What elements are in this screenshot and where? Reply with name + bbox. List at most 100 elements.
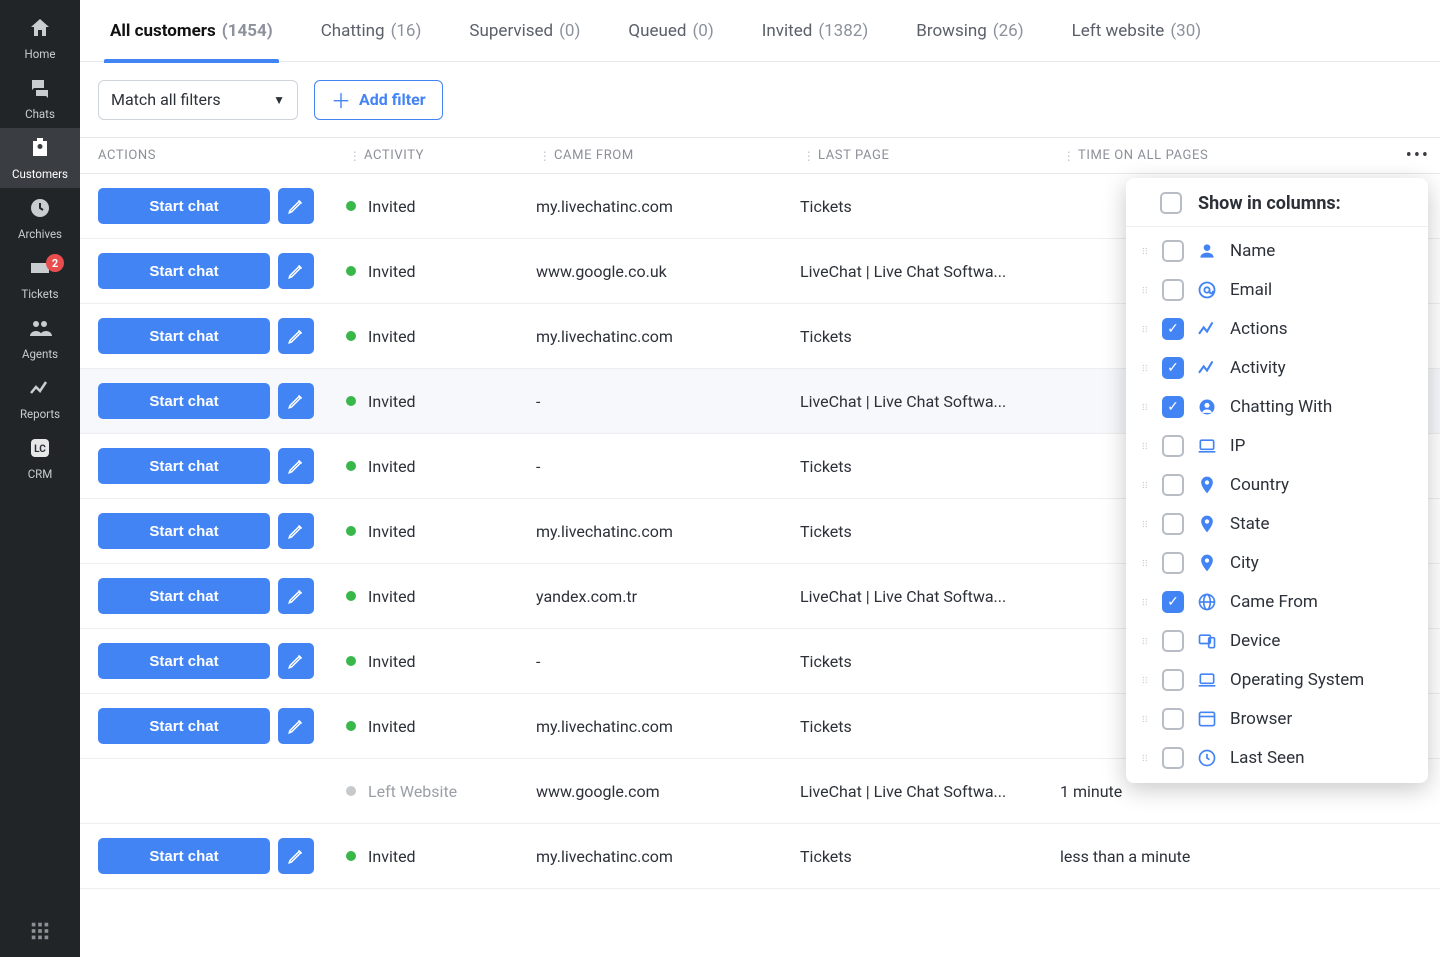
tab-left-website[interactable]: Left website (30) xyxy=(1072,0,1202,62)
edit-button[interactable] xyxy=(278,318,314,354)
edit-button[interactable] xyxy=(278,188,314,224)
edit-button[interactable] xyxy=(278,513,314,549)
column-picker-master-checkbox[interactable] xyxy=(1160,192,1182,214)
column-option-checkbox[interactable]: ✓ xyxy=(1162,357,1184,379)
column-resize-handle[interactable]: ⋮ xyxy=(536,149,554,163)
column-option-checkbox[interactable] xyxy=(1162,474,1184,496)
drag-handle-icon[interactable] xyxy=(1140,282,1150,298)
column-option-checkbox[interactable] xyxy=(1162,630,1184,652)
column-option[interactable]: IP xyxy=(1126,426,1428,465)
column-option[interactable]: Email xyxy=(1126,270,1428,309)
drag-handle-icon[interactable] xyxy=(1140,594,1150,610)
column-option-label: State xyxy=(1230,514,1414,534)
column-option-checkbox[interactable] xyxy=(1162,240,1184,262)
tab-queued[interactable]: Queued (0) xyxy=(628,0,713,62)
tab-count: (30) xyxy=(1170,0,1201,62)
tab-label: All customers xyxy=(110,0,216,62)
tab-all-customers[interactable]: All customers (1454) xyxy=(110,0,273,62)
column-resize-handle[interactable]: ⋮ xyxy=(1060,149,1078,163)
column-option[interactable]: Last Seen xyxy=(1126,738,1428,777)
app-launcher-button[interactable] xyxy=(0,905,80,957)
drag-handle-icon[interactable] xyxy=(1140,399,1150,415)
drag-handle-icon[interactable] xyxy=(1140,477,1150,493)
column-option[interactable]: State xyxy=(1126,504,1428,543)
sidebar-item-label: Chats xyxy=(25,107,55,121)
column-option-checkbox[interactable]: ✓ xyxy=(1162,396,1184,418)
column-option-checkbox[interactable] xyxy=(1162,708,1184,730)
column-option[interactable]: ✓Chatting With xyxy=(1126,387,1428,426)
came-from-value: - xyxy=(536,392,800,411)
edit-button[interactable] xyxy=(278,448,314,484)
column-option[interactable]: Device xyxy=(1126,621,1428,660)
column-option[interactable]: ✓Actions xyxy=(1126,309,1428,348)
drag-handle-icon[interactable] xyxy=(1140,633,1150,649)
start-chat-button[interactable]: Start chat xyxy=(98,643,270,679)
column-option[interactable]: Operating System xyxy=(1126,660,1428,699)
edit-button[interactable] xyxy=(278,253,314,289)
sidebar-item-reports[interactable]: Reports xyxy=(0,368,80,428)
start-chat-button[interactable]: Start chat xyxy=(98,448,270,484)
column-option-checkbox[interactable] xyxy=(1162,513,1184,535)
edit-button[interactable] xyxy=(278,578,314,614)
column-option-checkbox[interactable] xyxy=(1162,552,1184,574)
edit-button[interactable] xyxy=(278,383,314,419)
start-chat-button[interactable]: Start chat xyxy=(98,578,270,614)
sidebar-item-crm[interactable]: LC CRM xyxy=(0,428,80,488)
column-resize-handle[interactable]: ⋮ xyxy=(346,149,364,163)
tab-browsing[interactable]: Browsing (26) xyxy=(916,0,1023,62)
tab-supervised[interactable]: Supervised (0) xyxy=(469,0,580,62)
start-chat-button[interactable]: Start chat xyxy=(98,513,270,549)
drag-handle-icon[interactable] xyxy=(1140,321,1150,337)
column-option[interactable]: ✓Activity xyxy=(1126,348,1428,387)
edit-button[interactable] xyxy=(278,643,314,679)
sidebar-item-agents[interactable]: Agents xyxy=(0,308,80,368)
came-from-value: yandex.com.tr xyxy=(536,587,800,606)
start-chat-button[interactable]: Start chat xyxy=(98,318,270,354)
start-chat-button[interactable]: Start chat xyxy=(98,188,270,224)
start-chat-button[interactable]: Start chat xyxy=(98,838,270,874)
sidebar-item-label: CRM xyxy=(28,467,53,481)
filter-mode-select[interactable]: Match all filters ▼ xyxy=(98,80,298,120)
column-option-checkbox[interactable] xyxy=(1162,435,1184,457)
column-option-checkbox[interactable] xyxy=(1162,669,1184,691)
edit-button[interactable] xyxy=(278,708,314,744)
activity-value: Invited xyxy=(368,392,416,411)
column-option-checkbox[interactable]: ✓ xyxy=(1162,318,1184,340)
drag-handle-icon[interactable] xyxy=(1140,243,1150,259)
sidebar-item-chats[interactable]: Chats xyxy=(0,68,80,128)
column-option-checkbox[interactable] xyxy=(1162,279,1184,301)
column-option-checkbox[interactable]: ✓ xyxy=(1162,591,1184,613)
tab-chatting[interactable]: Chatting (16) xyxy=(321,0,422,62)
column-option[interactable]: Browser xyxy=(1126,699,1428,738)
sidebar-item-tickets[interactable]: 2 Tickets xyxy=(0,248,80,308)
start-chat-button[interactable]: Start chat xyxy=(98,708,270,744)
column-option-label: Country xyxy=(1230,475,1414,495)
column-option[interactable]: City xyxy=(1126,543,1428,582)
came-from-value: my.livechatinc.com xyxy=(536,327,800,346)
sidebar-item-home[interactable]: Home xyxy=(0,8,80,68)
table-row[interactable]: Start chatInvitedmy.livechatinc.comTicke… xyxy=(80,824,1440,889)
pencil-icon xyxy=(287,652,305,670)
column-option[interactable]: Country xyxy=(1126,465,1428,504)
drag-handle-icon[interactable] xyxy=(1140,711,1150,727)
edit-button[interactable] xyxy=(278,838,314,874)
column-option[interactable]: Name xyxy=(1126,231,1428,270)
sidebar-item-archives[interactable]: Archives xyxy=(0,188,80,248)
add-filter-button[interactable]: ＋ Add filter xyxy=(314,80,443,120)
drag-handle-icon[interactable] xyxy=(1140,555,1150,571)
start-chat-button[interactable]: Start chat xyxy=(98,383,270,419)
drag-handle-icon[interactable] xyxy=(1140,516,1150,532)
drag-handle-icon[interactable] xyxy=(1140,672,1150,688)
tab-invited[interactable]: Invited (1382) xyxy=(762,0,869,62)
column-resize-handle[interactable]: ⋮ xyxy=(800,149,818,163)
drag-handle-icon[interactable] xyxy=(1140,750,1150,766)
pin-icon xyxy=(1196,514,1218,534)
start-chat-button[interactable]: Start chat xyxy=(98,253,270,289)
column-option[interactable]: ✓Came From xyxy=(1126,582,1428,621)
drag-handle-icon[interactable] xyxy=(1140,360,1150,376)
drag-handle-icon[interactable] xyxy=(1140,438,1150,454)
activity-value: Invited xyxy=(368,327,416,346)
column-option-checkbox[interactable] xyxy=(1162,747,1184,769)
sidebar-item-customers[interactable]: Customers xyxy=(0,128,80,188)
columns-menu-button[interactable]: ••• xyxy=(1406,145,1430,166)
